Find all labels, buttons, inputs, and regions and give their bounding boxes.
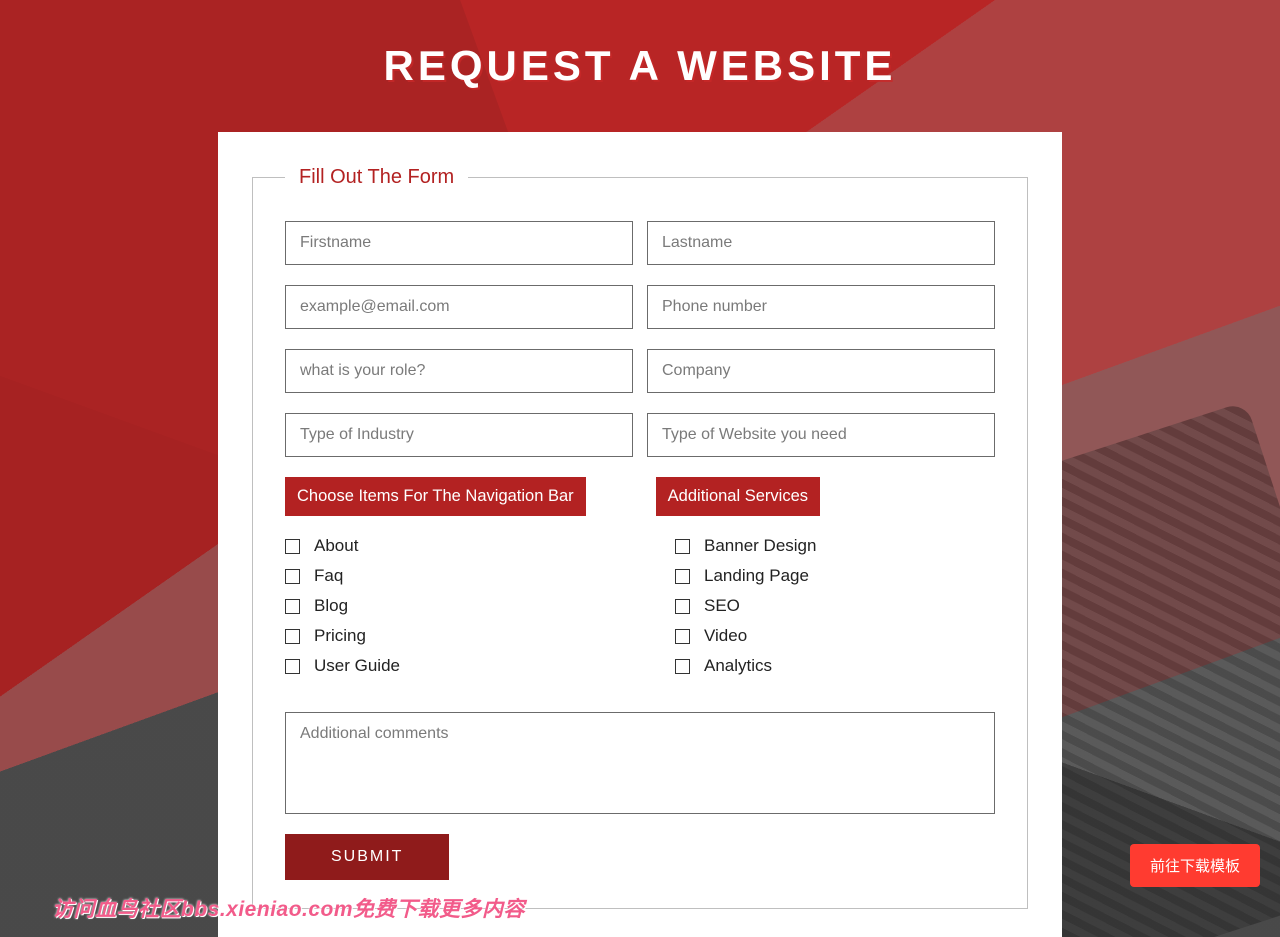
form-card: Fill Out The Form Choose Items For The N… <box>218 132 1062 937</box>
checkbox-icon <box>675 539 690 554</box>
form-fieldset: Fill Out The Form Choose Items For The N… <box>252 166 1028 909</box>
comments-textarea[interactable] <box>285 712 995 814</box>
email-input[interactable] <box>285 285 633 329</box>
company-input[interactable] <box>647 349 995 393</box>
nav-items-heading: Choose Items For The Navigation Bar <box>285 477 586 516</box>
checkbox-label: SEO <box>704 596 740 616</box>
checkbox-video[interactable]: Video <box>675 626 995 646</box>
checkbox-label: Banner Design <box>704 536 816 556</box>
checkbox-icon <box>675 629 690 644</box>
checkbox-faq[interactable]: Faq <box>285 566 605 586</box>
checkbox-icon <box>675 599 690 614</box>
lastname-input[interactable] <box>647 221 995 265</box>
checkbox-analytics[interactable]: Analytics <box>675 656 995 676</box>
checkbox-label: Pricing <box>314 626 366 646</box>
checkbox-label: Analytics <box>704 656 772 676</box>
checkbox-pricing[interactable]: Pricing <box>285 626 605 646</box>
watermark-text: 访问血鸟社区bbs.xieniao.com免费下载更多内容 <box>52 893 525 923</box>
checkbox-label: User Guide <box>314 656 400 676</box>
checkbox-banner-design[interactable]: Banner Design <box>675 536 995 556</box>
role-input[interactable] <box>285 349 633 393</box>
checkbox-label: Landing Page <box>704 566 809 586</box>
checkbox-label: Video <box>704 626 747 646</box>
checkbox-icon <box>285 539 300 554</box>
checkbox-label: Blog <box>314 596 348 616</box>
checkbox-icon <box>675 659 690 674</box>
download-template-button[interactable]: 前往下载模板 <box>1130 844 1260 887</box>
checkbox-landing-page[interactable]: Landing Page <box>675 566 995 586</box>
checkbox-user-guide[interactable]: User Guide <box>285 656 605 676</box>
checkbox-blog[interactable]: Blog <box>285 596 605 616</box>
submit-button[interactable]: SUBMIT <box>285 834 449 880</box>
services-column: Banner Design Landing Page SEO Video Ana… <box>675 536 995 686</box>
checkbox-icon <box>675 569 690 584</box>
checkbox-label: Faq <box>314 566 343 586</box>
phone-input[interactable] <box>647 285 995 329</box>
checkbox-label: About <box>314 536 358 556</box>
checkbox-icon <box>285 629 300 644</box>
nav-items-column: About Faq Blog Pricing User Guide <box>285 536 605 686</box>
checkbox-seo[interactable]: SEO <box>675 596 995 616</box>
checkbox-icon <box>285 569 300 584</box>
form-legend: Fill Out The Form <box>285 166 468 189</box>
checkbox-icon <box>285 599 300 614</box>
page-title: REQUEST A WEBSITE <box>0 0 1280 90</box>
website-type-input[interactable] <box>647 413 995 457</box>
firstname-input[interactable] <box>285 221 633 265</box>
checkbox-icon <box>285 659 300 674</box>
additional-services-heading: Additional Services <box>656 477 820 516</box>
checkbox-about[interactable]: About <box>285 536 605 556</box>
industry-input[interactable] <box>285 413 633 457</box>
